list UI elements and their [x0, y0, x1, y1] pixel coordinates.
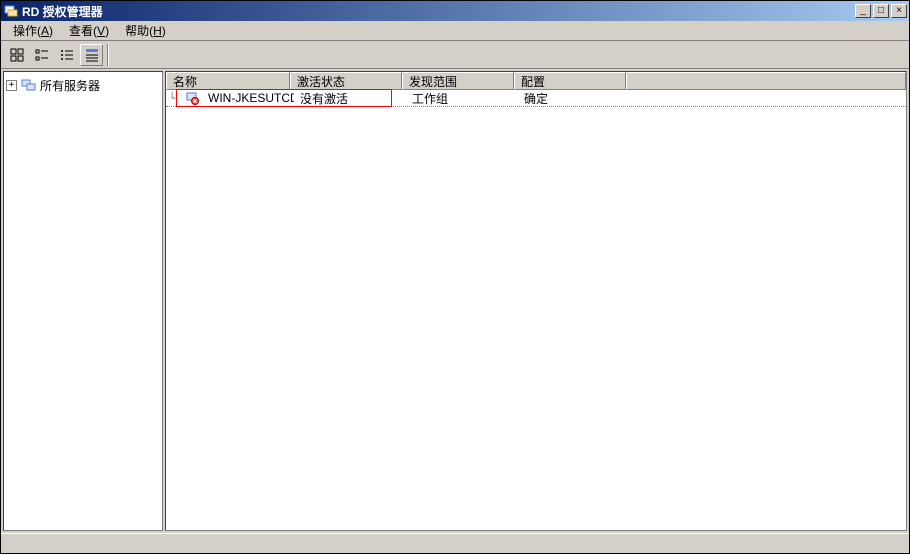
toolbar [1, 41, 909, 69]
cell-scope: 工作组 [406, 90, 518, 107]
cell-activate: 没有激活 [294, 90, 406, 107]
menu-help[interactable]: 帮助(H) [117, 20, 174, 41]
servers-icon [21, 77, 37, 93]
tree-root-row[interactable]: + 所有服务器 [6, 76, 160, 94]
list-row[interactable]: └ WIN-JKESUTCDKFE 没有激活 工作组 确定 [166, 90, 906, 107]
cell-config: 确定 [518, 90, 630, 107]
list-pane: 名称 激活状态 发现范围 配置 └ [165, 71, 907, 531]
cell-name: WIN-JKESUTCDKFE [202, 91, 294, 105]
title-bar[interactable]: RD 授权管理器 _ □ × [1, 1, 909, 21]
toolbar-small-icons-button[interactable] [30, 44, 53, 66]
toolbar-large-icons-button[interactable] [5, 44, 28, 66]
column-config[interactable]: 配置 [514, 72, 626, 90]
list-body[interactable]: └ WIN-JKESUTCDKFE 没有激活 工作组 确定 [166, 90, 906, 530]
app-window: RD 授权管理器 _ □ × 操作(A) 查看(V) 帮助(H) + [0, 0, 910, 554]
toolbar-separator [107, 44, 108, 66]
menu-bar: 操作(A) 查看(V) 帮助(H) [1, 21, 909, 41]
window-title: RD 授权管理器 [22, 3, 855, 20]
list-header: 名称 激活状态 发现范围 配置 [166, 72, 906, 90]
close-button[interactable]: × [891, 4, 907, 18]
tree-pane[interactable]: + 所有服务器 [3, 71, 163, 531]
menu-view[interactable]: 查看(V) [61, 20, 117, 41]
column-scope[interactable]: 发现范围 [402, 72, 514, 90]
menu-action[interactable]: 操作(A) [5, 20, 61, 41]
column-activate[interactable]: 激活状态 [290, 72, 402, 90]
main-area: + 所有服务器 名称 激活状态 发现范围 配置 └ [1, 69, 909, 533]
column-filler [626, 72, 906, 90]
toolbar-details-button[interactable] [80, 44, 103, 66]
status-bar [1, 533, 909, 553]
maximize-button[interactable]: □ [873, 4, 889, 18]
expand-icon[interactable]: + [6, 80, 17, 91]
app-icon [3, 3, 19, 19]
tree-connector-icon: └ [166, 92, 178, 105]
server-inactive-icon [184, 91, 200, 105]
toolbar-list-button[interactable] [55, 44, 78, 66]
tree-root-label: 所有服务器 [40, 77, 100, 94]
minimize-button[interactable]: _ [855, 4, 871, 18]
column-name[interactable]: 名称 [166, 72, 290, 90]
window-controls: _ □ × [855, 4, 907, 18]
